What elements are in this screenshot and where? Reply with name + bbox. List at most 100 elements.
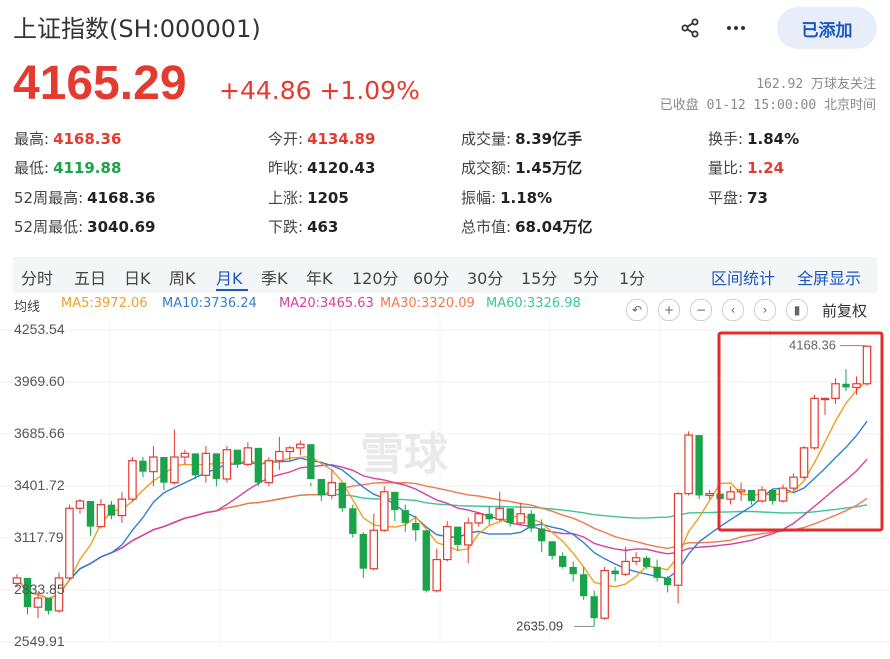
candle (380, 491, 389, 531)
stat-key: 上涨: (268, 189, 304, 207)
tab-1[interactable]: 五日 (74, 265, 106, 289)
highlight-box (717, 331, 884, 532)
candle (559, 555, 567, 567)
candle (799, 447, 809, 478)
candle (495, 507, 504, 520)
range-stats-link[interactable]: 区间统计 (711, 265, 775, 289)
stat-key: 最低: (14, 159, 50, 177)
tab-2[interactable]: 日K (124, 265, 151, 289)
candle (673, 493, 683, 586)
share-icon[interactable] (676, 14, 704, 42)
candle (695, 435, 703, 496)
candle (852, 383, 861, 389)
candle (307, 444, 315, 479)
candle (422, 530, 430, 591)
period-tabs: 分时 五日 日K 周K 月K 季K 年K 120分 60分 30分 15分 5分 1分 区间统计 全屏显… (13, 257, 877, 293)
stat-item: 成交额: 1.45万亿 (461, 157, 582, 178)
candle (149, 456, 158, 473)
tab-4[interactable]: 月K (216, 265, 243, 289)
candle (254, 447, 263, 483)
candle (285, 447, 295, 453)
stat-item: 成交量: 8.39亿手 (461, 128, 582, 149)
stat-key: 52周最低: (14, 218, 84, 236)
candle (264, 460, 274, 484)
market-status: 已收盘 01-12 15:00:00 北京时间 (659, 98, 876, 113)
candle (621, 560, 630, 575)
candle (506, 508, 514, 523)
candle (243, 447, 253, 465)
candle (317, 478, 325, 496)
stat-item: 最高: 4168.36 (14, 128, 121, 149)
candle (516, 513, 525, 524)
active-tab-indicator (216, 289, 248, 291)
stat-item: 上涨: 1205 (268, 187, 349, 208)
candle (747, 489, 756, 501)
candle (75, 500, 85, 509)
stat-key: 下跌: (268, 218, 304, 236)
ma-item: MA60:3326.98 (486, 296, 581, 311)
page-title: 上证指数(SH:000001) (13, 15, 261, 43)
stat-item: 平盘: 73 (708, 187, 768, 208)
max-label: 4168.36 (789, 338, 836, 353)
candle (222, 449, 232, 480)
tab-12[interactable]: 1分 (619, 265, 645, 289)
more-icon[interactable] (722, 14, 750, 42)
candle (180, 452, 190, 458)
candle (653, 566, 661, 578)
tab-3[interactable]: 周K (169, 265, 196, 289)
stat-item: 昨收: 4120.43 (268, 157, 375, 178)
candle (789, 476, 798, 489)
tab-5[interactable]: 季K (261, 265, 288, 289)
candle (338, 482, 346, 509)
candle (170, 456, 179, 484)
stat-value: 1.18% (500, 189, 553, 207)
candle (474, 513, 484, 524)
candle (778, 487, 788, 502)
candle (726, 491, 735, 500)
followers-count: 162.92 万球友关注 (756, 77, 876, 92)
candle (736, 489, 746, 493)
tab-6[interactable]: 年K (306, 265, 333, 289)
ma-item: MA30:3320.09 (380, 296, 475, 311)
candle (412, 522, 420, 531)
kline-chart[interactable]: 4168.36 2635.09 (0, 318, 890, 659)
stat-item: 下跌: 463 (268, 216, 338, 237)
tab-0[interactable]: 分时 (21, 265, 53, 289)
stat-item: 今开: 4134.89 (268, 128, 375, 149)
candle (842, 383, 850, 388)
y-tick-label: 3117.79 (14, 528, 64, 545)
candle (705, 493, 714, 497)
fullscreen-link[interactable]: 全屏显示 (797, 265, 861, 289)
stat-value: 4119.88 (53, 159, 122, 177)
stat-item: 最低: 4119.88 (14, 157, 121, 178)
stat-key: 振幅: (461, 189, 497, 207)
added-button[interactable]: 已添加 (777, 7, 877, 49)
y-tick-label: 3401.72 (14, 477, 65, 493)
candle (569, 566, 577, 575)
candle (139, 460, 147, 472)
candle (233, 449, 242, 465)
tab-11[interactable]: 5分 (573, 265, 599, 289)
stat-item: 换手: 1.84% (708, 128, 799, 149)
stat-value: 463 (307, 218, 339, 236)
stat-value: 4134.89 (307, 130, 376, 148)
tab-9[interactable]: 30分 (467, 265, 503, 289)
candle (96, 504, 106, 528)
candle (327, 482, 337, 497)
ma-item: MA10:3736.24 (162, 296, 257, 311)
candle (463, 522, 473, 546)
ma-item: MA20:3465.63 (279, 296, 374, 311)
candle (810, 397, 819, 449)
candle (432, 558, 442, 592)
candle (86, 500, 95, 527)
tab-10[interactable]: 15分 (521, 265, 557, 289)
stat-value: 1.24 (747, 159, 785, 177)
tab-8[interactable]: 60分 (413, 265, 449, 289)
candle (454, 526, 462, 545)
tab-7[interactable]: 120分 (352, 265, 399, 289)
stat-value: 3040.69 (87, 218, 156, 236)
stat-value: 8.39亿手 (515, 130, 583, 148)
y-tick-label: 2549.91 (14, 633, 65, 649)
stat-key: 52周最高: (14, 189, 84, 207)
candle (65, 507, 74, 579)
